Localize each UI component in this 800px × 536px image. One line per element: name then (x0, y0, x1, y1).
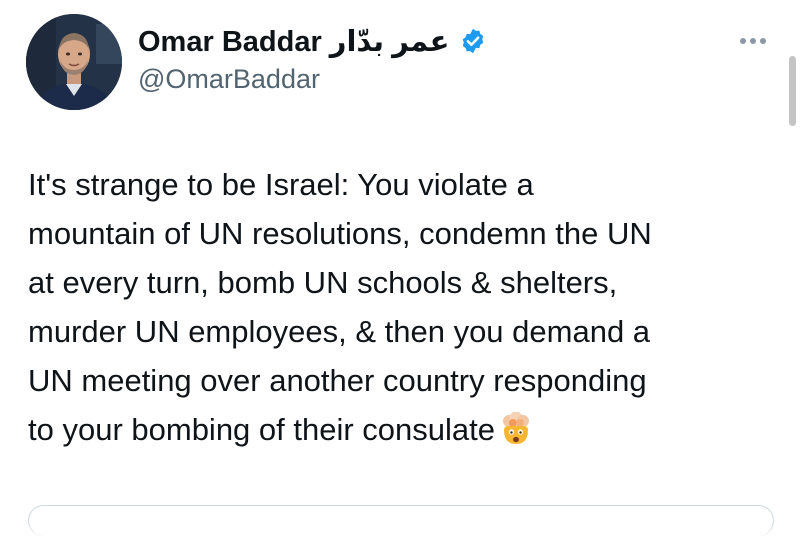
author-name-row: Omar Baddar عمر بدّار (138, 22, 487, 60)
scrollbar[interactable] (789, 56, 796, 126)
more-options-icon[interactable] (733, 26, 773, 56)
avatar-image (26, 14, 122, 110)
tweet-text-line: UN meeting over another country respondi… (28, 363, 647, 398)
tweet-text-line: murder UN employees, & then you demand a (28, 314, 651, 349)
tweet-text-line: It's strange to be Israel: You violate a (28, 167, 534, 202)
verified-badge-icon[interactable] (459, 27, 487, 55)
tweet-text-line: at every turn, bomb UN schools & shelter… (28, 265, 618, 300)
tweet-text-line-last: to your bombing of their consulate (28, 405, 778, 454)
tweet-text: It's strange to be Israel: You violate a… (28, 160, 778, 454)
exploding-head-emoji-icon (499, 412, 533, 446)
author-handle[interactable]: @OmarBaddar (138, 64, 320, 95)
quoted-card-edge[interactable] (28, 505, 774, 536)
tweet[interactable]: Omar Baddar عمر بدّار @OmarBaddar It's s… (0, 0, 800, 536)
author-display-name[interactable]: Omar Baddar عمر بدّار (138, 24, 449, 59)
tweet-text-line: mountain of UN resolutions, condemn the … (28, 216, 652, 251)
tweet-text-line-content: to your bombing of their consulate (28, 412, 495, 447)
avatar[interactable] (26, 14, 122, 110)
